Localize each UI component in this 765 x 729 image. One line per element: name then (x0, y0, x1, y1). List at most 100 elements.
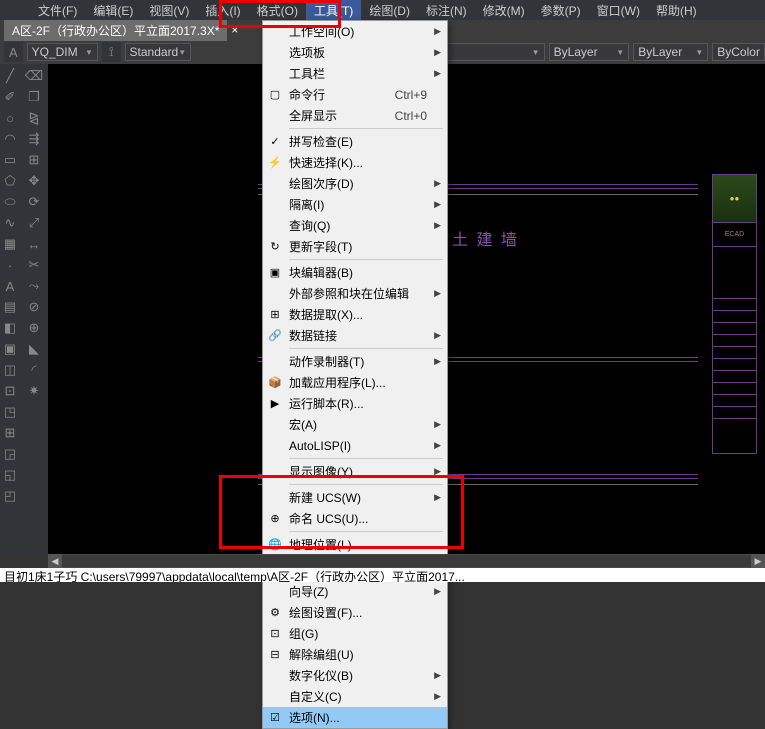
chamfer-icon[interactable]: ◣ (24, 339, 44, 359)
spline-icon[interactable]: ∿ (0, 213, 20, 233)
menu-format[interactable]: 格式(O) (249, 0, 306, 21)
pline-icon[interactable]: ✐ (0, 87, 20, 107)
menu-item[interactable]: ☑选项(N)... (263, 707, 447, 728)
menu-item[interactable]: 🌐地理位置(L)... (263, 534, 447, 555)
submenu-arrow-icon: ▶ (434, 691, 441, 702)
line-icon[interactable]: ╱ (0, 66, 20, 86)
array-icon[interactable]: ⊞ (24, 150, 44, 170)
menu-item[interactable]: ↻更新字段(T) (263, 236, 447, 257)
logo-sub: ECAD (713, 223, 756, 247)
generic-icon[interactable]: ◳ (0, 402, 20, 422)
menu-item[interactable]: ▶运行脚本(R)... (263, 393, 447, 414)
submenu-arrow-icon: ▶ (434, 68, 441, 79)
menu-draw[interactable]: 绘图(D) (361, 0, 418, 21)
ellipse-icon[interactable]: ⬭ (0, 192, 20, 212)
menu-item[interactable]: 动作录制器(T)▶ (263, 351, 447, 372)
hatch-icon[interactable]: ▦ (0, 234, 20, 254)
menu-item-label: 地理位置(L)... (289, 536, 362, 553)
block-icon[interactable]: ▣ (0, 339, 20, 359)
generic-icon[interactable]: ⊡ (0, 381, 20, 401)
break-icon[interactable]: ⊘ (24, 297, 44, 317)
rect-icon[interactable]: ▭ (0, 150, 20, 170)
menu-item[interactable]: 向导(Z)▶ (263, 581, 447, 602)
text-icon[interactable]: A (0, 276, 20, 296)
fillet-icon[interactable]: ◜ (24, 360, 44, 380)
ucs-icon: ⊕ (267, 511, 283, 527)
generic-icon[interactable]: ◱ (0, 465, 20, 485)
join-icon[interactable]: ⊕ (24, 318, 44, 338)
close-tab-icon[interactable]: × (231, 23, 238, 37)
menu-item[interactable]: 隔离(I)▶ (263, 194, 447, 215)
insert-icon[interactable]: ◫ (0, 360, 20, 380)
polygon-icon[interactable]: ⬠ (0, 171, 20, 191)
menu-modify[interactable]: 修改(M) (475, 0, 533, 21)
menu-help[interactable]: 帮助(H) (648, 0, 705, 21)
table-icon[interactable]: ▤ (0, 297, 20, 317)
menu-item[interactable]: ⚡快速选择(K)... (263, 152, 447, 173)
menu-item[interactable]: 全屏显示Ctrl+0 (263, 105, 447, 126)
menu-item[interactable]: 📦加载应用程序(L)... (263, 372, 447, 393)
menu-item[interactable]: ⊕命名 UCS(U)... (263, 508, 447, 529)
menu-item[interactable]: 🔗数据链接▶ (263, 325, 447, 346)
menu-item[interactable]: 显示图像(Y)▶ (263, 461, 447, 482)
menu-item[interactable]: 绘图次序(D)▶ (263, 173, 447, 194)
menu-param[interactable]: 参数(P) (533, 0, 589, 21)
dimstyle-combo[interactable]: YQ_DIM▼ (27, 43, 98, 61)
menu-item[interactable]: ⊞数据提取(X)... (263, 304, 447, 325)
arc-icon[interactable]: ◠ (0, 129, 20, 149)
menu-window[interactable]: 窗口(W) (589, 0, 648, 21)
menu-item[interactable]: ⚙绘图设置(F)... (263, 602, 447, 623)
region-icon[interactable]: ◧ (0, 318, 20, 338)
menu-item[interactable]: 外部参照和块在位编辑▶ (263, 283, 447, 304)
menu-edit[interactable]: 编辑(E) (85, 0, 141, 21)
menu-dim[interactable]: 标注(N) (418, 0, 475, 21)
offset-icon[interactable]: ⇶ (24, 129, 44, 149)
menu-tools[interactable]: 工具(T) (306, 0, 361, 21)
extend-icon[interactable]: ⤳ (24, 276, 44, 296)
color-combo[interactable]: ByLayer▼ (549, 43, 630, 61)
generic-icon[interactable]: ◰ (0, 486, 20, 506)
menu-insert[interactable]: 插入(I) (197, 0, 248, 21)
copy-icon[interactable]: ❐ (24, 87, 44, 107)
menu-item[interactable]: AutoLISP(I)▶ (263, 435, 447, 456)
bycolor-combo[interactable]: ByColor (712, 43, 765, 61)
mirror-icon[interactable]: ⧎ (24, 108, 44, 128)
generic-icon[interactable]: ⊞ (0, 423, 20, 443)
move-icon[interactable]: ✥ (24, 171, 44, 191)
generic-icon[interactable]: ◲ (0, 444, 20, 464)
scroll-left-icon[interactable]: ◀ (48, 554, 62, 568)
linetype-combo[interactable]: ByLayer▼ (633, 43, 708, 61)
horizontal-scrollbar[interactable]: ◀ ▶ (48, 554, 765, 568)
explode-icon[interactable]: ✷ (24, 381, 44, 401)
menu-item[interactable]: 自定义(C)▶ (263, 686, 447, 707)
menu-item[interactable]: 选项板▶ (263, 42, 447, 63)
app-icon: 📦 (267, 375, 283, 391)
menu-item[interactable]: ▢命令行Ctrl+9 (263, 84, 447, 105)
scale-icon[interactable]: ⤢ (24, 213, 44, 233)
menu-item[interactable]: ⊟解除编组(U) (263, 644, 447, 665)
stretch-icon[interactable]: ↔ (24, 234, 44, 254)
trim-icon[interactable]: ✂ (24, 255, 44, 275)
menu-item[interactable]: 新建 UCS(W)▶ (263, 487, 447, 508)
scroll-right-icon[interactable]: ▶ (751, 554, 765, 568)
menu-item-label: 选项板 (289, 44, 325, 61)
menu-item[interactable]: 工作空间(O)▶ (263, 21, 447, 42)
menu-item[interactable]: 工具栏▶ (263, 63, 447, 84)
menu-item[interactable]: ✓拼写检查(E) (263, 131, 447, 152)
menu-item[interactable]: 数字化仪(B)▶ (263, 665, 447, 686)
command-line[interactable]: 目初1床1子巧 C:\users\79997\appdata\local\tem… (0, 568, 765, 582)
menu-item[interactable]: ⊡组(G) (263, 623, 447, 644)
menu-item[interactable]: 查询(Q)▶ (263, 215, 447, 236)
menu-item[interactable]: 宏(A)▶ (263, 414, 447, 435)
rotate-icon[interactable]: ⟳ (24, 192, 44, 212)
menu-item-label: 向导(Z) (289, 583, 328, 600)
menu-view[interactable]: 视图(V) (141, 0, 197, 21)
style2-combo[interactable]: Standard▼ (125, 43, 192, 61)
erase-icon[interactable]: ⌫ (24, 66, 44, 86)
circle-icon[interactable]: ○ (0, 108, 20, 128)
menu-file[interactable]: 文件(F) (30, 0, 85, 21)
document-tab[interactable]: A区-2F（行政办公区）平立面2017.3X* (4, 20, 227, 41)
dl-icon: 🔗 (267, 328, 283, 344)
menu-item[interactable]: ▣块编辑器(B) (263, 262, 447, 283)
point-icon[interactable]: · (0, 255, 20, 275)
